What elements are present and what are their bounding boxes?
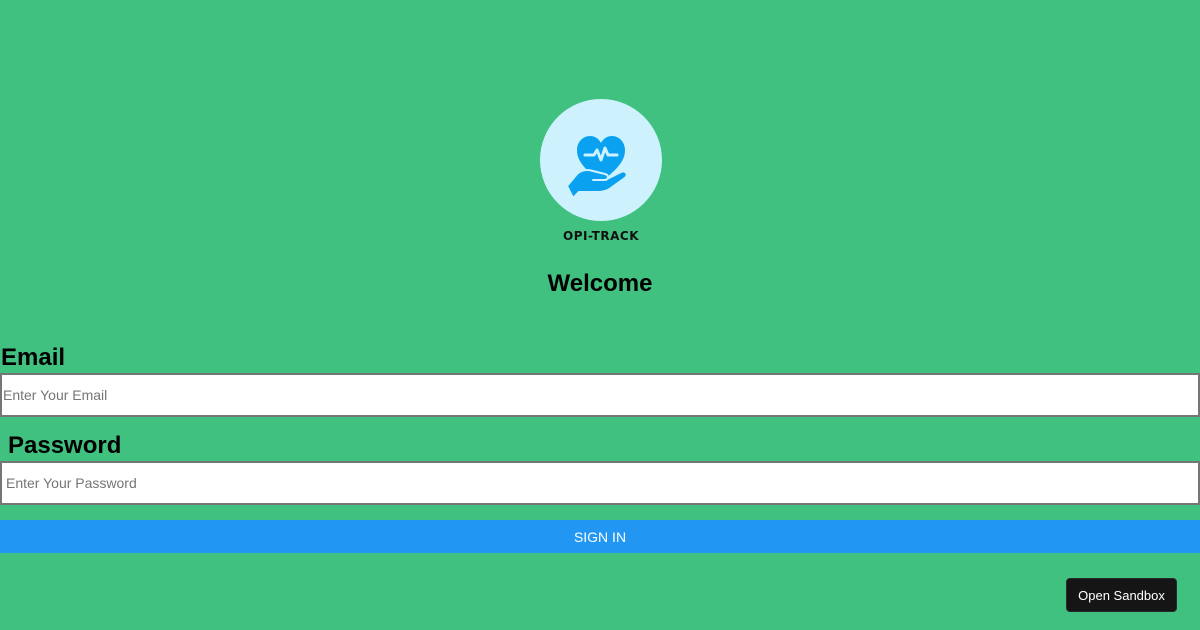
app-logo: OPI-TRACK (540, 99, 662, 245)
logo-text: OPI-TRACK (563, 229, 639, 243)
heart-hand-icon (566, 136, 628, 199)
logo-circle (540, 99, 662, 221)
email-label: Email (1, 344, 66, 371)
email-input[interactable] (0, 373, 1200, 417)
open-sandbox-button[interactable]: Open Sandbox (1066, 578, 1177, 612)
password-input[interactable] (0, 461, 1200, 505)
password-label: Password (8, 432, 122, 459)
welcome-heading: Welcome (547, 270, 653, 297)
sign-in-button[interactable]: SIGN IN (0, 520, 1200, 553)
